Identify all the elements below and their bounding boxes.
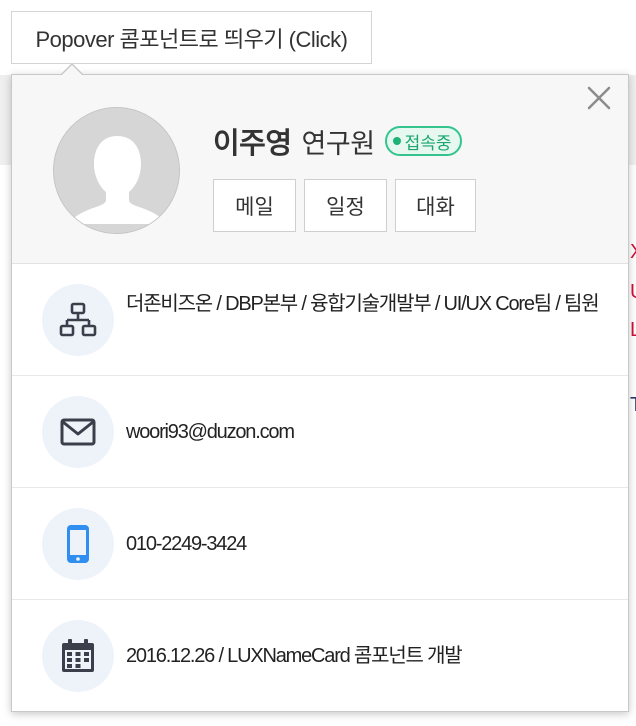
- background-text-fragment: X: [630, 242, 636, 262]
- note-row: 2016.12.26 / LUXNameCard 콤포넌트 개발: [12, 600, 628, 712]
- phone-icon: [42, 508, 114, 580]
- email-link[interactable]: woori93@duzon.com: [126, 416, 606, 448]
- person-name: 이주영: [213, 128, 292, 160]
- status-label: 접속중: [404, 133, 452, 153]
- mail-button[interactable]: 메일: [213, 179, 296, 232]
- schedule-button[interactable]: 일정: [304, 179, 387, 232]
- chat-button[interactable]: 대화: [395, 179, 476, 232]
- org-chart-icon: [42, 284, 114, 356]
- avatar-silhouette-icon: [54, 108, 179, 233]
- name-row: 이주영 연구원 접속중: [213, 121, 462, 161]
- note-text: 2016.12.26 / LUXNameCard 콤포넌트 개발: [126, 645, 463, 667]
- calendar-icon: [42, 620, 114, 692]
- background-text-fragment: T: [630, 395, 636, 415]
- status-dot-icon: [392, 137, 401, 145]
- close-icon[interactable]: [584, 83, 614, 113]
- avatar: [53, 107, 180, 234]
- popover-trigger-button[interactable]: Popover 콤포넌트로 띄우기 (Click): [11, 11, 372, 64]
- status-badge: 접속중: [384, 126, 462, 156]
- email-row: woori93@duzon.com: [12, 376, 628, 488]
- phone-row: 010-2249-3424: [12, 488, 628, 600]
- person-title: 연구원: [301, 128, 376, 159]
- background-text-fragment: L: [630, 320, 636, 340]
- action-buttons: 메일 일정 대화: [213, 179, 484, 232]
- organization-text: 더존비즈온 / DBP본부 / 융합기술개발부 / UI/UX Core팀 / …: [126, 293, 600, 315]
- mail-icon: [42, 396, 114, 468]
- organization-row: 더존비즈온 / DBP본부 / 융합기술개발부 / UI/UX Core팀 / …: [12, 264, 628, 376]
- phone-number[interactable]: 010-2249-3424: [126, 528, 606, 560]
- profile-header: 이주영 연구원 접속중 메일 일정 대화: [12, 75, 628, 264]
- background-text-fragment: U: [630, 282, 636, 302]
- name-card-popover: 이주영 연구원 접속중 메일 일정 대화 더존비즈온 / DBP본부 / 융합기…: [11, 63, 629, 712]
